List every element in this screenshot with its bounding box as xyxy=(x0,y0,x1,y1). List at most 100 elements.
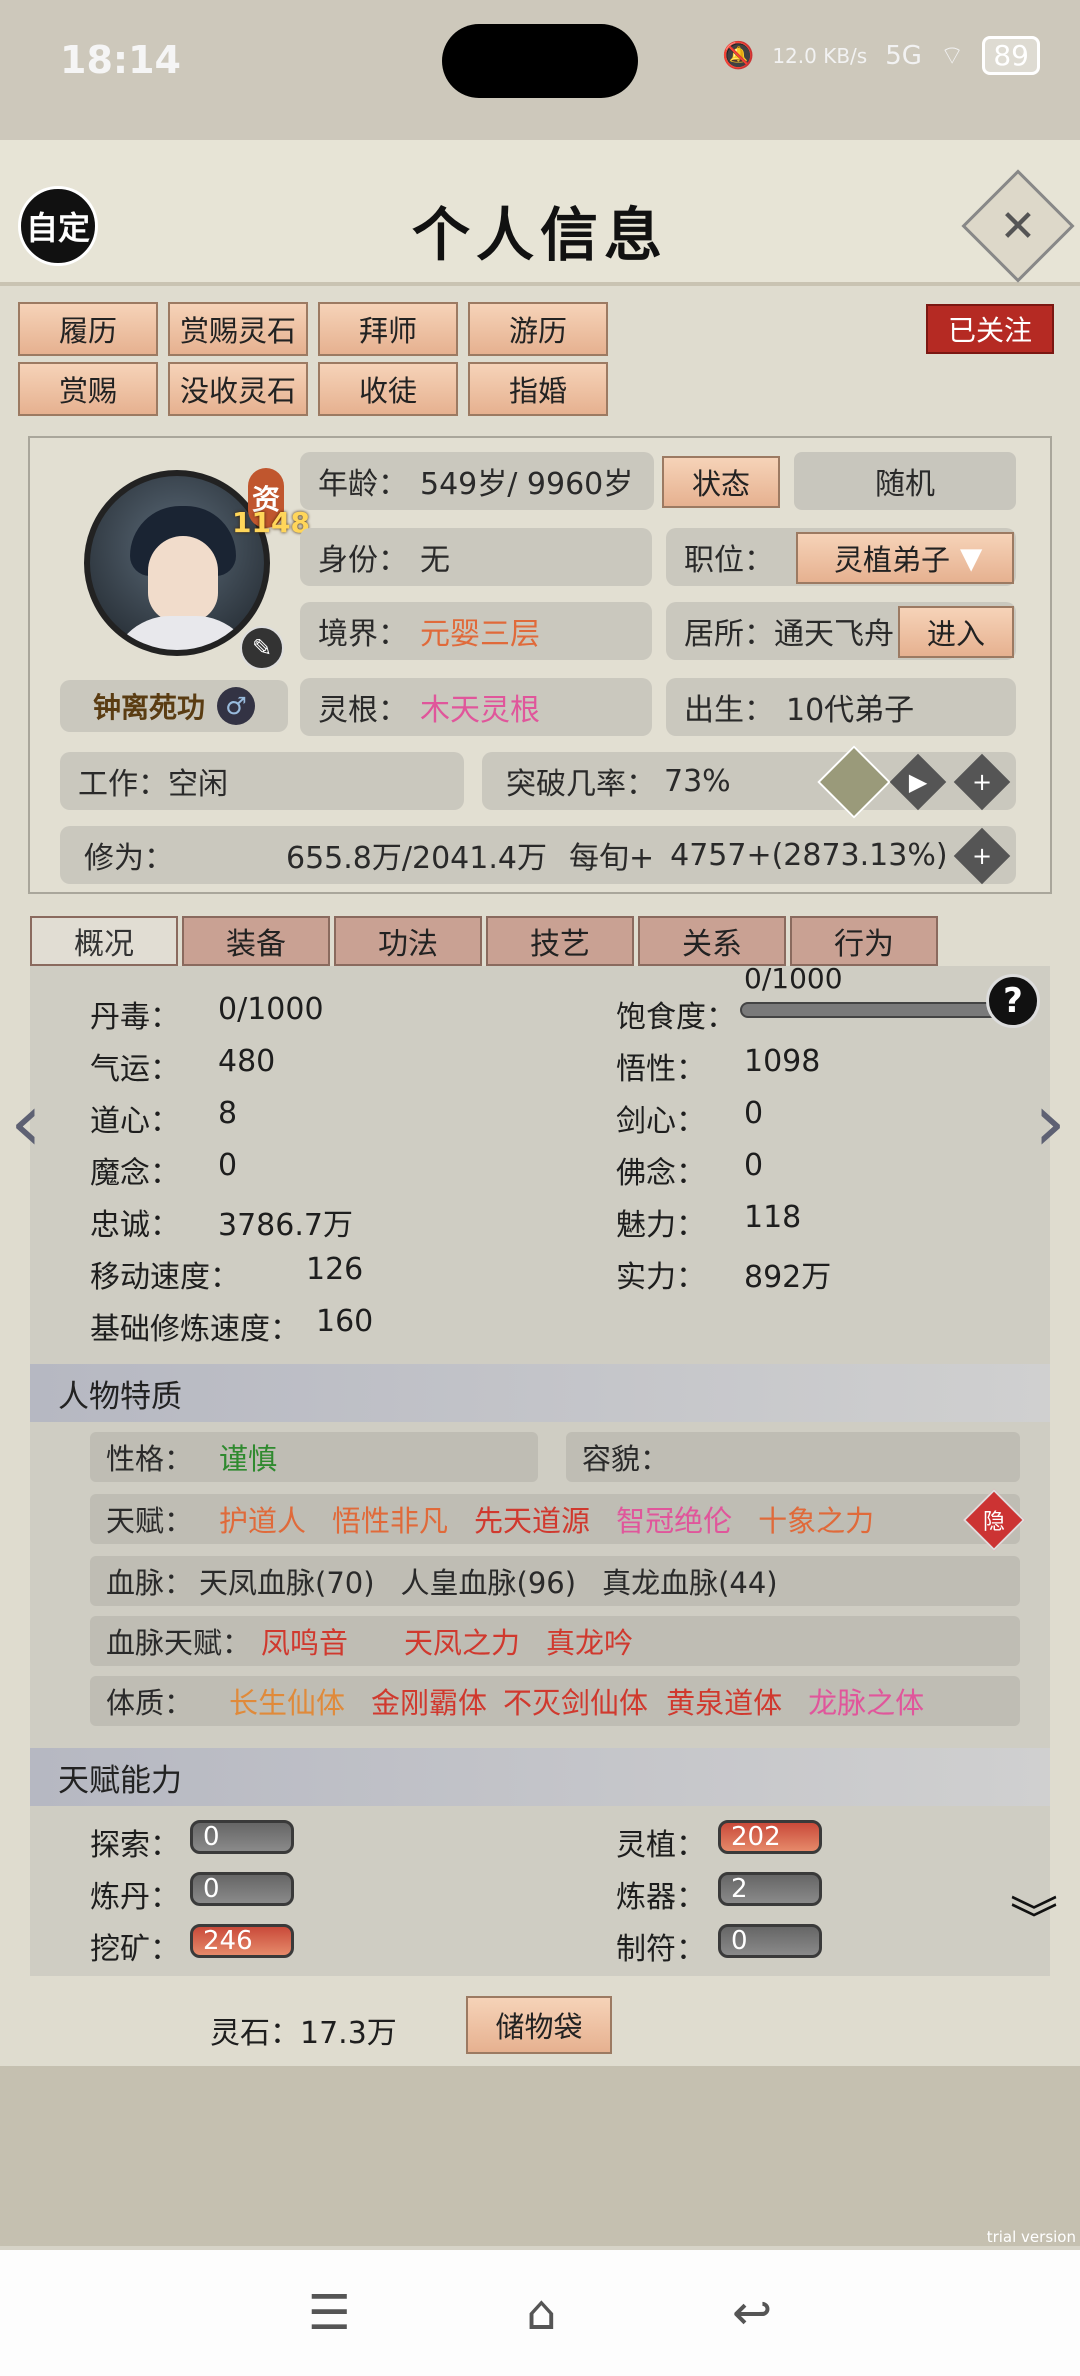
ability-bar: 2 xyxy=(718,1872,822,1906)
back-icon[interactable]: ↩ xyxy=(732,2285,772,2341)
stat-label: 气运： xyxy=(90,1052,180,1087)
ability-label: 挖矿： xyxy=(90,1932,180,1967)
stat-label: 移动速度： xyxy=(90,1260,240,1295)
tab-techniques[interactable]: 功法 xyxy=(334,916,482,966)
character-name-pill: 钟离苑功 ♂ xyxy=(60,680,288,732)
help-button[interactable]: ? xyxy=(986,974,1040,1028)
tab-behavior[interactable]: 行为 xyxy=(790,916,938,966)
talent-row: 天赋： 护道人 悟性非凡 先天道源 智冠绝伦 十象之力 xyxy=(90,1494,1020,1544)
male-icon: ♂ xyxy=(217,687,255,725)
spirit-stone-count: 灵石：17.3万 xyxy=(210,2016,397,2051)
stat-value: 160 xyxy=(316,1304,374,1339)
home-icon[interactable]: ⌂ xyxy=(526,2285,556,2341)
talent-item[interactable]: 护道人 xyxy=(219,1498,306,1540)
avatar[interactable] xyxy=(84,470,270,656)
tab-overview[interactable]: 概况 xyxy=(30,916,178,966)
physique-item[interactable]: 长生仙体 xyxy=(229,1680,345,1722)
ability-bar: 0 xyxy=(190,1820,294,1854)
status-button[interactable]: 状态 xyxy=(662,456,780,508)
resume-button[interactable]: 履历 xyxy=(18,302,158,356)
stat-label: 魅力： xyxy=(616,1208,706,1243)
storage-bag-button[interactable]: 储物袋 xyxy=(466,1996,612,2054)
avatar-face xyxy=(148,536,218,622)
talent-item[interactable]: 十象之力 xyxy=(758,1498,874,1540)
spirit-root-row: 灵根： 木天灵根 xyxy=(300,678,652,736)
birth-value: 10代弟子 xyxy=(786,693,915,728)
appearance-row: 容貌： xyxy=(566,1432,1020,1482)
position-value: 灵植弟子 xyxy=(834,543,951,577)
battery-indicator: 89 xyxy=(982,36,1040,75)
edit-icon[interactable]: ✎ xyxy=(240,626,284,670)
apprentice-button[interactable]: 拜师 xyxy=(318,302,458,356)
bloodline-talent-row: 血脉天赋： 凤鸣音 天凤之力 真龙吟 xyxy=(90,1616,1020,1666)
residence-label: 居所： xyxy=(684,617,774,652)
stat-value: 1098 xyxy=(744,1044,821,1079)
stat-value: 8 xyxy=(218,1096,238,1131)
talent-item[interactable]: 先天道源 xyxy=(474,1498,590,1540)
bloodline-label: 血脉： xyxy=(106,1566,194,1600)
personality-label: 性格： xyxy=(106,1442,194,1476)
random-button[interactable]: 随机 xyxy=(794,452,1016,510)
age-value: 549岁/ 9960岁 xyxy=(420,467,634,502)
work-value: 空闲 xyxy=(168,767,228,802)
bloodline-talent-item[interactable]: 天凤之力 xyxy=(404,1620,520,1662)
hide-label: 隐 xyxy=(982,1509,1006,1535)
stat-label: 饱食度： xyxy=(616,1000,736,1035)
bloodline-talent-item[interactable]: 凤鸣音 xyxy=(261,1620,348,1662)
cultivation-value: 655.8万/2041.4万 xyxy=(286,841,547,876)
arrange-marriage-button[interactable]: 指婚 xyxy=(468,362,608,416)
tab-relations[interactable]: 关系 xyxy=(638,916,786,966)
position-dropdown[interactable]: 灵植弟子 ▼ xyxy=(796,532,1014,584)
talent-item[interactable]: 悟性非凡 xyxy=(332,1498,448,1540)
stat-value: 0 xyxy=(744,1096,764,1131)
enter-button[interactable]: 进入 xyxy=(898,606,1014,658)
tab-equipment[interactable]: 装备 xyxy=(182,916,330,966)
per-turn-label: 每旬+ xyxy=(568,841,655,876)
work-row: 工作： 空闲 xyxy=(60,752,464,810)
work-label: 工作： xyxy=(78,767,168,802)
physique-item[interactable]: 黄泉道体 xyxy=(666,1680,782,1722)
next-character-button[interactable]: › xyxy=(1030,1076,1070,1169)
physique-item[interactable]: 龙脉之体 xyxy=(808,1680,924,1722)
prev-character-button[interactable]: ‹ xyxy=(6,1076,46,1169)
personality-row: 性格： 谨慎 xyxy=(90,1432,538,1482)
traits-header: 人物特质 xyxy=(30,1364,1050,1422)
menu-icon[interactable]: ☰ xyxy=(308,2285,351,2341)
play-icon: ▶ xyxy=(908,768,928,796)
camera-notch xyxy=(442,24,638,98)
bloodline-item[interactable]: 人皇血脉(96) xyxy=(401,1560,577,1602)
character-name: 钟离苑功 xyxy=(92,691,205,724)
signal-icon: 5G xyxy=(885,40,922,71)
age-label: 年龄： xyxy=(318,467,408,502)
bloodline-item[interactable]: 天凤血脉(70) xyxy=(199,1560,375,1602)
physique-item[interactable]: 不灭剑仙体 xyxy=(503,1680,648,1722)
status-time: 18:14 xyxy=(60,38,181,82)
identity-value: 无 xyxy=(420,543,450,578)
age-row: 年龄： 549岁/ 9960岁 xyxy=(300,452,654,510)
cultivation-row: 修为： 655.8万/2041.4万 每旬+ 4757+(2873.13%) xyxy=(60,826,1016,884)
ability-bar: 0 xyxy=(190,1872,294,1906)
bloodline-item[interactable]: 真龙血脉(44) xyxy=(602,1560,778,1602)
ability-label: 探索： xyxy=(90,1828,180,1863)
spirit-root-value: 木天灵根 xyxy=(420,693,540,728)
wifi-icon: ⌔ xyxy=(939,41,965,71)
bloodline-talent-label: 血脉天赋： xyxy=(106,1626,252,1660)
tab-skills[interactable]: 技艺 xyxy=(486,916,634,966)
stat-label: 实力： xyxy=(616,1260,706,1295)
scroll-down-icon[interactable]: ︾ xyxy=(1010,1896,1058,1944)
physique-item[interactable]: 金刚霸体 xyxy=(371,1680,487,1722)
stat-value: 126 xyxy=(306,1252,364,1287)
stat-value: 0 xyxy=(218,1148,238,1183)
reward-button[interactable]: 赏赐 xyxy=(18,362,158,416)
reward-stones-button[interactable]: 赏赐灵石 xyxy=(168,302,308,356)
confiscate-stones-button[interactable]: 没收灵石 xyxy=(168,362,308,416)
breakthrough-value: 73% xyxy=(664,763,731,799)
take-disciple-button[interactable]: 收徒 xyxy=(318,362,458,416)
follow-button[interactable]: 已关注 xyxy=(926,304,1054,354)
bloodline-talent-item[interactable]: 真龙吟 xyxy=(546,1620,633,1662)
travel-button[interactable]: 游历 xyxy=(468,302,608,356)
physique-label: 体质： xyxy=(106,1686,194,1720)
talent-item[interactable]: 智冠绝伦 xyxy=(616,1498,732,1540)
abilities-header: 天赋能力 xyxy=(30,1748,1050,1806)
tab-bar: 概况 装备 功法 技艺 关系 行为 xyxy=(30,916,938,966)
